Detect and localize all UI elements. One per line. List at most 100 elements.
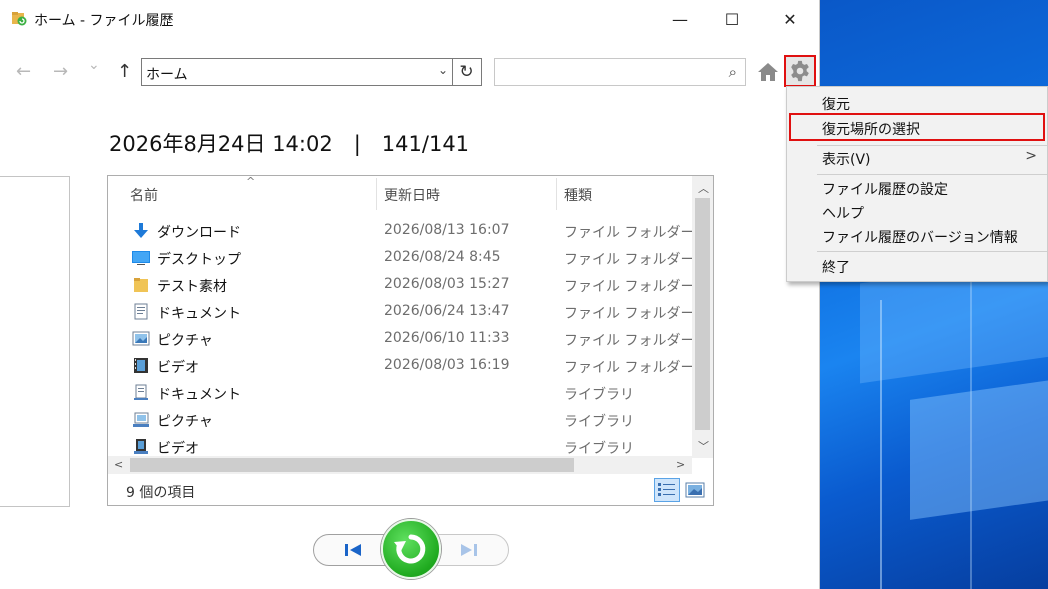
scroll-up-icon[interactable]: ︿ [698,180,709,196]
recent-dropdown-icon[interactable]: ⌄ [88,57,100,73]
menu-item-help[interactable]: ヘルプ [787,200,1047,224]
table-row[interactable]: ビデオ 2026/08/03 16:19 ファイル フォルダー [108,352,695,379]
backup-datetime-and-version: 2026年8月24日 14:02 | 141/141 [109,132,470,156]
document-library-icon [134,384,148,400]
menu-item-restore[interactable]: 復元 [787,91,1047,115]
table-row[interactable]: ピクチャ ライブラリ [108,406,692,433]
menu-item-settings[interactable]: ファイル履歴の設定 [787,176,1047,200]
window-title: ホーム - ファイル履歴 [34,13,174,29]
horizontal-scroll-thumb[interactable] [130,458,574,472]
address-bar[interactable]: ホーム ⌄ [141,58,453,86]
menu-separator [817,251,1047,252]
scroll-right-icon[interactable]: > [676,458,685,471]
file-name: デスクトップ [157,252,241,268]
menu-item-view[interactable]: 表示(V) > [787,146,1047,170]
file-type: ファイル フォルダー [564,279,695,295]
file-history-window: ホーム - ファイル履歴 — ☐ ✕ ← → ⌄ ↑ ホーム ⌄ ↻ ⌕ 202… [0,0,820,589]
vertical-scroll-thumb[interactable] [695,198,710,430]
file-type: ファイル フォルダー [564,225,695,241]
document-icon [134,303,148,320]
table-row[interactable]: デスクトップ 2026/08/24 8:45 ファイル フォルダー [108,244,695,271]
file-type: ファイル フォルダー [564,333,695,349]
sort-ascending-icon: ^ [246,175,256,188]
file-name: ピクチャ [157,414,213,430]
maximize-button[interactable]: ☐ [706,0,758,38]
folder-icon [134,278,148,292]
close-icon: ✕ [783,9,797,29]
column-divider[interactable] [376,178,377,210]
scroll-down-icon[interactable]: ﹀ [698,438,709,454]
home-icon[interactable] [756,60,780,84]
file-history-app-icon [12,12,27,26]
large-icons-view-icon[interactable] [684,480,706,500]
menu-item-select-restore-location[interactable]: 復元場所の選択 [789,113,1045,141]
column-type[interactable]: 種類 [564,185,592,205]
file-modified-date: 2026/06/10 11:33 [384,330,510,346]
back-arrow-icon[interactable]: ← [16,61,31,82]
column-modified[interactable]: 更新日時 [384,185,440,205]
column-header: ^ 名前 更新日時 種類 [108,176,692,210]
file-modified-date: 2026/08/03 16:19 [384,357,510,373]
maximize-icon: ☐ [724,9,740,29]
file-name: ピクチャ [157,333,213,349]
file-type: ライブラリ [564,387,634,403]
playback-controls [313,519,509,579]
file-name: ダウンロード [157,225,241,241]
file-name: ビデオ [157,441,199,457]
previous-version-panel[interactable] [0,176,70,507]
horizontal-scrollbar[interactable]: < > [108,456,692,474]
close-button[interactable]: ✕ [764,0,816,38]
restore-button[interactable] [381,519,441,579]
desktop-icon [132,251,150,265]
file-name: ビデオ [157,360,199,376]
skip-next-icon [461,544,477,556]
file-name: ドキュメント [157,306,241,322]
file-type: ファイル フォルダー [564,360,695,376]
details-view-icon [658,483,675,496]
settings-context-menu: 復元 復元場所の選択 表示(V) > ファイル履歴の設定 ヘルプ ファイル履歴の… [786,86,1048,282]
table-row[interactable]: ダウンロード 2026/08/13 16:07 ファイル フォルダー [108,217,695,244]
file-name: ドキュメント [157,387,241,403]
refresh-button[interactable]: ↻ [452,58,482,86]
column-name[interactable]: 名前 [130,185,158,205]
refresh-icon: ↻ [459,62,474,82]
chevron-down-icon[interactable]: ⌄ [438,63,448,77]
file-modified-date: 2026/06/24 13:47 [384,303,510,319]
file-type: ファイル フォルダー [564,252,695,268]
up-arrow-icon[interactable]: ↑ [117,61,132,82]
table-row[interactable]: ドキュメント 2026/06/24 13:47 ファイル フォルダー [108,298,695,325]
download-icon [134,223,148,238]
file-modified-date: 2026/08/03 15:27 [384,276,510,292]
skip-previous-icon [345,544,361,556]
vertical-scrollbar[interactable]: ︿ ﹀ [692,176,713,458]
minimize-button[interactable]: — [654,0,706,38]
picture-library-icon [133,412,149,427]
file-type: ライブラリ [564,414,634,430]
file-modified-date: 2026/08/13 16:07 [384,222,510,238]
file-list: ^ 名前 更新日時 種類 ダウンロード 2026/08/13 16:07 ファイル … [107,175,714,506]
scroll-left-icon[interactable]: < [114,458,123,471]
menu-separator [817,174,1047,175]
settings-gear-button[interactable] [784,55,816,87]
forward-arrow-icon[interactable]: → [53,61,68,82]
chevron-right-icon: > [1025,148,1037,164]
search-icon[interactable]: ⌕ [729,63,737,81]
column-divider[interactable] [556,178,557,210]
table-row[interactable]: テスト素材 2026/08/03 15:27 ファイル フォルダー [108,271,695,298]
next-version-button[interactable] [429,534,509,566]
restore-arrow-icon [394,534,426,564]
address-text: ホーム [146,67,188,83]
file-type: ライブラリ [564,441,634,457]
file-type: ファイル フォルダー [564,306,695,322]
table-row[interactable]: ドキュメント ライブラリ [108,379,692,406]
search-input[interactable]: ⌕ [494,58,746,86]
details-view-button[interactable] [654,478,680,502]
gear-icon [791,60,809,82]
file-modified-date: 2026/08/24 8:45 [384,249,501,265]
table-row[interactable]: ピクチャ 2026/06/10 11:33 ファイル フォルダー [108,325,695,352]
picture-icon [132,331,150,346]
menu-item-version-info[interactable]: ファイル履歴のバージョン情報 [787,224,1047,248]
title-bar[interactable]: ホーム - ファイル履歴 — ☐ ✕ [0,0,820,38]
menu-item-exit[interactable]: 終了 [787,254,1047,278]
status-bar: 9 個の項目 [108,474,713,505]
